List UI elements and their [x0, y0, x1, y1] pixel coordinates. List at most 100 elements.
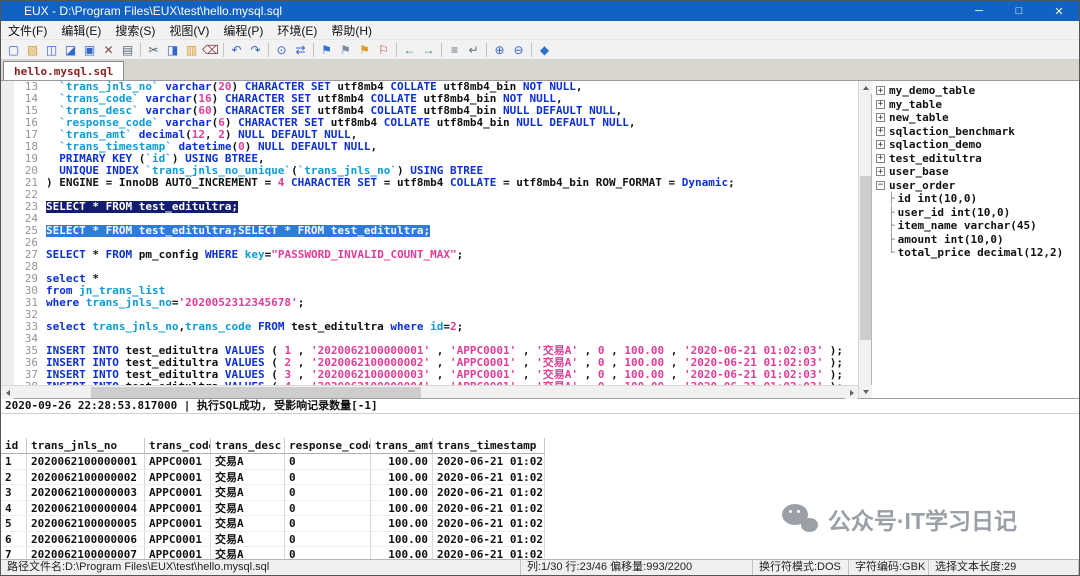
- editor-line[interactable]: 22: [1, 189, 858, 201]
- table-row[interactable]: 32020062100000003APPC0001交易A0100.002020-…: [1, 485, 1079, 501]
- editor-line[interactable]: 27SELECT * FROM pm_config WHERE key="PAS…: [1, 249, 858, 261]
- tree-subitem[interactable]: ├id int(10,0): [872, 192, 1079, 206]
- save-all-icon[interactable]: ▣: [81, 41, 98, 58]
- menu-item[interactable]: 环境(E): [270, 22, 324, 39]
- expand-icon[interactable]: +: [876, 167, 885, 176]
- column-header[interactable]: id: [1, 438, 27, 454]
- editor-line[interactable]: 30from jn_trans_list: [1, 285, 858, 297]
- open-file-icon[interactable]: ▧: [24, 41, 41, 58]
- tree-subitem[interactable]: ├item_name varchar(45): [872, 219, 1079, 233]
- tree-item-user_order[interactable]: −user_order: [872, 179, 1079, 193]
- table-row[interactable]: 12020062100000001APPC0001交易A0100.002020-…: [1, 454, 1079, 470]
- editor-line[interactable]: 18 `trans_timestamp` datetime(0) NULL DE…: [1, 141, 858, 153]
- zoom-out-icon[interactable]: ⊖: [510, 41, 527, 58]
- editor-line[interactable]: 20 UNIQUE INDEX `trans_jnls_no_unique`(`…: [1, 165, 858, 177]
- editor-line[interactable]: 37INSERT INTO test_editultra VALUES ( 3 …: [1, 369, 858, 381]
- expand-icon[interactable]: +: [876, 100, 885, 109]
- menu-item[interactable]: 编辑(E): [54, 22, 108, 39]
- editor-line[interactable]: 17 `trans_amt` decimal(12, 2) NULL DEFAU…: [1, 129, 858, 141]
- paste-icon[interactable]: ▥: [183, 41, 200, 58]
- collapse-icon[interactable]: −: [876, 181, 885, 190]
- menu-item[interactable]: 帮助(H): [324, 22, 379, 39]
- run-sql-icon[interactable]: ◆: [536, 41, 553, 58]
- navigate-back-icon[interactable]: ←: [401, 41, 418, 58]
- maximize-button[interactable]: □: [999, 1, 1039, 21]
- vertical-scroll-thumb[interactable]: [860, 176, 871, 340]
- undo-icon[interactable]: ↶: [228, 41, 245, 58]
- editor-line[interactable]: 36INSERT INTO test_editultra VALUES ( 2 …: [1, 357, 858, 369]
- save-icon[interactable]: ◫: [43, 41, 60, 58]
- editor-line[interactable]: 28: [1, 261, 858, 273]
- column-header[interactable]: trans_amt: [371, 438, 433, 454]
- clear-bookmarks-icon[interactable]: ⚐: [375, 41, 392, 58]
- tree-item-new_table[interactable]: +new_table: [872, 111, 1079, 125]
- find-icon[interactable]: ⊙: [273, 41, 290, 58]
- navigate-forward-icon[interactable]: →: [420, 41, 437, 58]
- menu-item[interactable]: 编程(P): [216, 22, 270, 39]
- copy-icon[interactable]: ◨: [164, 41, 181, 58]
- vertical-scrollbar[interactable]: [858, 81, 871, 398]
- expand-icon[interactable]: +: [876, 140, 885, 149]
- expand-icon[interactable]: +: [876, 86, 885, 95]
- cut-icon[interactable]: ✂: [145, 41, 162, 58]
- tree-subitem[interactable]: ├amount int(10,0): [872, 233, 1079, 247]
- scroll-right-icon[interactable]: [845, 386, 858, 399]
- editor-line[interactable]: 34: [1, 333, 858, 345]
- redo-icon[interactable]: ↷: [247, 41, 264, 58]
- editor-line[interactable]: 16 `response_code` varchar(6) CHARACTER …: [1, 117, 858, 129]
- expand-icon[interactable]: +: [876, 154, 885, 163]
- print-icon[interactable]: ▤: [119, 41, 136, 58]
- editor-line[interactable]: 29select *: [1, 273, 858, 285]
- editor-line[interactable]: 25SELECT * FROM test_editultra;SELECT * …: [1, 225, 858, 237]
- replace-icon[interactable]: ⇄: [292, 41, 309, 58]
- editor-line[interactable]: 31where trans_jnls_no='2020052312345678'…: [1, 297, 858, 309]
- tree-subitem[interactable]: └total_price decimal(12,2): [872, 246, 1079, 260]
- horizontal-scrollbar[interactable]: [1, 385, 858, 398]
- menu-item[interactable]: 文件(F): [1, 22, 54, 39]
- code-editor[interactable]: 13 `trans_jnls_no` varchar(20) CHARACTER…: [1, 81, 858, 385]
- zoom-in-icon[interactable]: ⊕: [491, 41, 508, 58]
- word-wrap-icon[interactable]: ↵: [465, 41, 482, 58]
- expand-icon[interactable]: +: [876, 127, 885, 136]
- menu-item[interactable]: 视图(V): [162, 22, 216, 39]
- editor-line[interactable]: 24: [1, 213, 858, 225]
- tree-item-user_base[interactable]: +user_base: [872, 165, 1079, 179]
- tree-item-test_editultra[interactable]: +test_editultra: [872, 152, 1079, 166]
- column-header[interactable]: response_code: [285, 438, 371, 454]
- editor-line[interactable]: 33select trans_jnls_no,trans_code FROM t…: [1, 321, 858, 333]
- horizontal-scroll-thumb[interactable]: [91, 387, 421, 398]
- editor-line[interactable]: 35INSERT INTO test_editultra VALUES ( 1 …: [1, 345, 858, 357]
- scroll-down-icon[interactable]: [859, 385, 872, 398]
- menu-item[interactable]: 搜索(S): [108, 22, 162, 39]
- column-header[interactable]: trans_code: [145, 438, 211, 454]
- editor-line[interactable]: 14 `trans_code` varchar(16) CHARACTER SE…: [1, 93, 858, 105]
- delete-icon[interactable]: ⌫: [202, 41, 219, 58]
- new-file-icon[interactable]: ▢: [5, 41, 22, 58]
- close-button[interactable]: ✕: [1039, 1, 1079, 21]
- next-bookmark-icon[interactable]: ⚑: [356, 41, 373, 58]
- tree-item-sqlaction_benchmark[interactable]: +sqlaction_benchmark: [872, 125, 1079, 139]
- editor-line[interactable]: 15 `trans_desc` varchar(60) CHARACTER SE…: [1, 105, 858, 117]
- tree-item-sqlaction_demo[interactable]: +sqlaction_demo: [872, 138, 1079, 152]
- editor-line[interactable]: 13 `trans_jnls_no` varchar(20) CHARACTER…: [1, 81, 858, 93]
- tree-subitem[interactable]: ├user_id int(10,0): [872, 206, 1079, 220]
- table-row[interactable]: 22020062100000002APPC0001交易A0100.002020-…: [1, 470, 1079, 486]
- toggle-bookmark-icon[interactable]: ⚑: [318, 41, 335, 58]
- editor-line[interactable]: 19 PRIMARY KEY (`id`) USING BTREE,: [1, 153, 858, 165]
- column-header[interactable]: trans_jnls_no: [27, 438, 145, 454]
- column-header[interactable]: trans_timestamp: [433, 438, 545, 454]
- tree-item-my_table[interactable]: +my_table: [872, 98, 1079, 112]
- editor-line[interactable]: 32: [1, 309, 858, 321]
- editor-line[interactable]: 26: [1, 237, 858, 249]
- prev-bookmark-icon[interactable]: ⚑: [337, 41, 354, 58]
- editor-line[interactable]: 21) ENGINE = InnoDB AUTO_INCREMENT = 4 C…: [1, 177, 858, 189]
- expand-icon[interactable]: +: [876, 113, 885, 122]
- save-as-icon[interactable]: ◪: [62, 41, 79, 58]
- line-numbers-icon[interactable]: ≡: [446, 41, 463, 58]
- minimize-button[interactable]: ─: [959, 1, 999, 21]
- table-row[interactable]: 72020062100000007APPC0001交易A0100.002020-…: [1, 547, 1079, 559]
- column-header[interactable]: trans_desc: [211, 438, 285, 454]
- editor-tab[interactable]: hello.mysql.sql: [3, 61, 124, 80]
- scroll-left-icon[interactable]: [1, 386, 14, 399]
- editor-line[interactable]: 23SELECT * FROM test_editultra;: [1, 201, 858, 213]
